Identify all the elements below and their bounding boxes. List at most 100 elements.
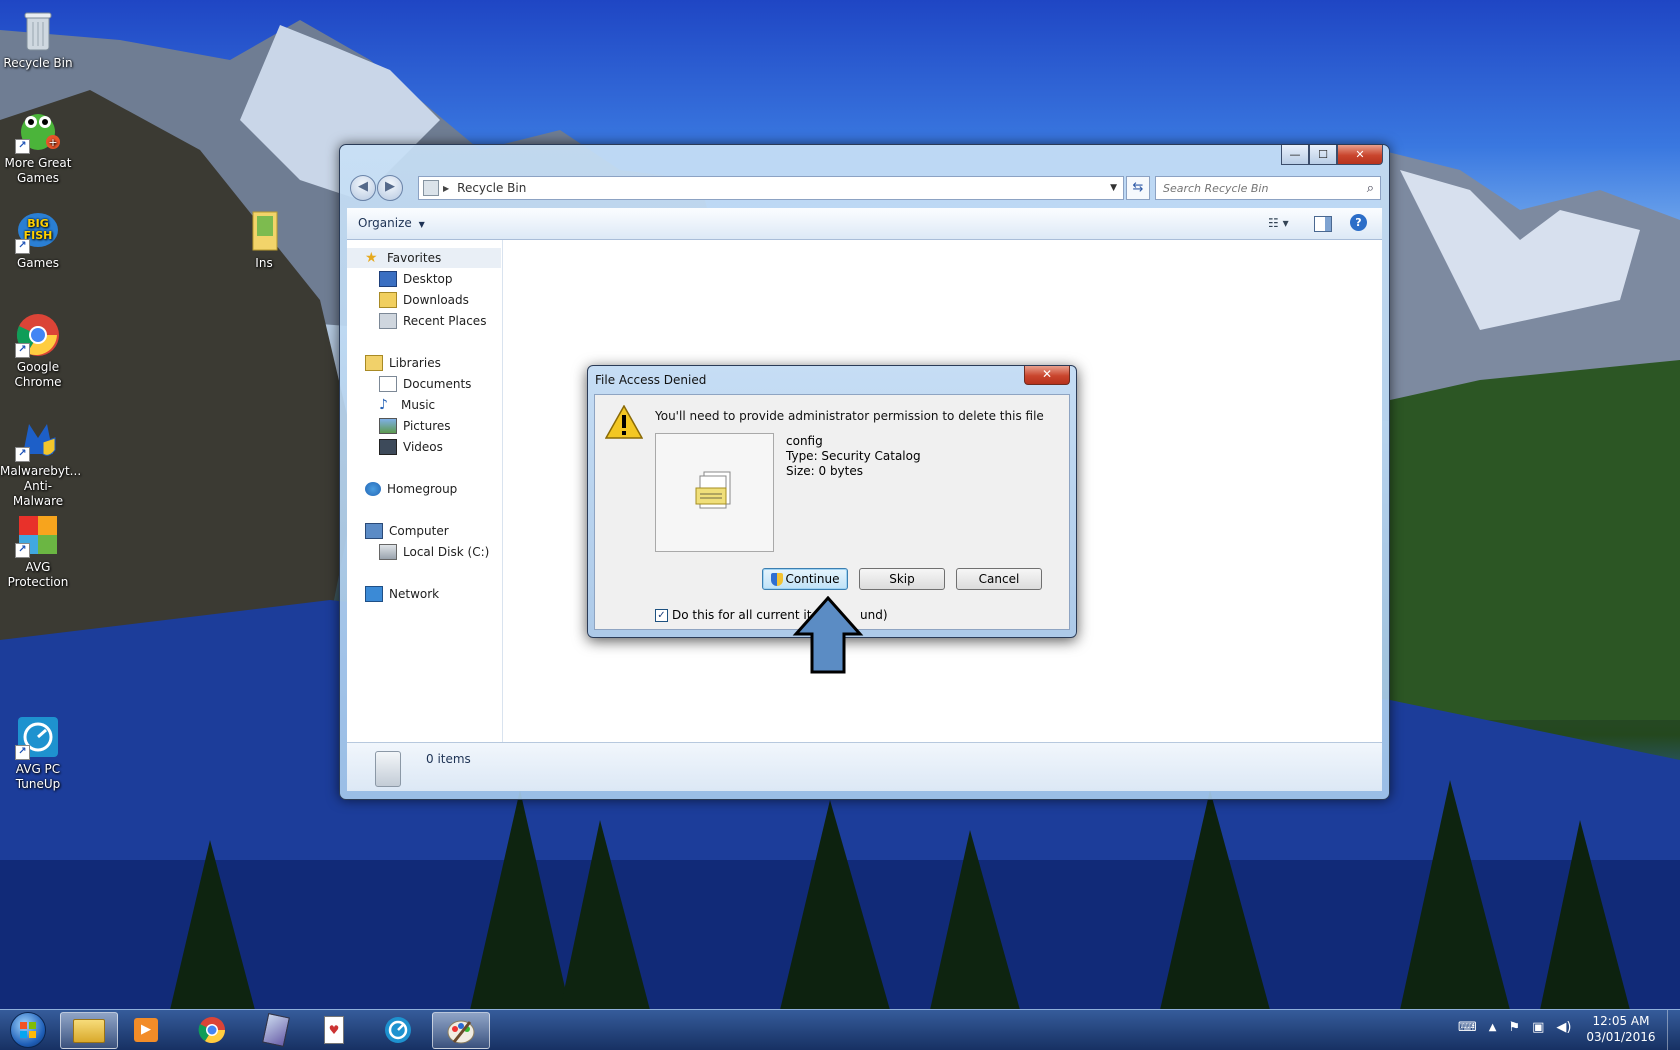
taskbar-chrome[interactable] (184, 1012, 240, 1047)
nav-label: Documents (403, 377, 472, 391)
clock-time: 12:05 AM (1592, 1014, 1650, 1028)
nav-network[interactable]: Network (365, 584, 439, 604)
nav-favorites[interactable]: ★ Favorites (347, 248, 501, 268)
organize-label: Organize (358, 216, 412, 230)
avg-tuneup-icon: ↗ (15, 714, 61, 760)
nav-downloads[interactable]: Downloads (379, 290, 469, 310)
cancel-button[interactable]: Cancel (956, 568, 1042, 590)
taskbar-media-player[interactable]: ▶ (118, 1012, 174, 1047)
volume-icon[interactable]: ◀) (1556, 1020, 1571, 1035)
start-button[interactable] (4, 1011, 52, 1048)
documents-icon (379, 376, 397, 392)
change-view-button[interactable]: ☷ ▾ (1268, 216, 1298, 232)
dialog-close-button[interactable]: ✕ (1024, 366, 1070, 385)
desktop-icon-recycle-bin[interactable]: Recycle Bin (0, 8, 76, 71)
continue-button[interactable]: Continue (762, 568, 848, 590)
nav-music[interactable]: ♪ Music (379, 395, 435, 415)
shortcut-arrow-icon: ↗ (15, 543, 30, 558)
pictures-icon (379, 418, 397, 434)
downloads-icon (379, 292, 397, 308)
avg-tuneup-icon (385, 1016, 411, 1043)
desktop-icon-malwarebytes[interactable]: ↗ Malwarebyt... Anti-Malware (0, 416, 82, 509)
organize-menu-button[interactable]: Organize ▼ (358, 216, 425, 230)
desktop-icon-label: AVG PC TuneUp (15, 762, 61, 791)
navigation-bar: ◀ ▶ ▶ Recycle Bin ▼ ⇆ ⌕ (348, 175, 1381, 201)
desktop-icon-more-great-games[interactable]: + ↗ More Great Games (0, 108, 76, 186)
network-icon[interactable]: ▣ (1532, 1020, 1544, 1035)
start-orb-icon (10, 1011, 46, 1048)
desktop-icon-ins-folder[interactable]: Ins (226, 208, 302, 271)
malwarebytes-icon: ↗ (15, 416, 61, 462)
file-size: Size: 0 bytes (786, 464, 863, 478)
item-count: 0 items (426, 752, 471, 766)
back-button[interactable]: ◀ (350, 175, 376, 201)
breadcrumb-chevron-icon[interactable]: ▶ (443, 184, 449, 193)
keyboard-icon[interactable]: ⌨ (1458, 1020, 1477, 1035)
chrome-icon: ↗ (15, 312, 61, 358)
taskbar-explorer[interactable] (60, 1012, 118, 1049)
apply-to-all-checkbox[interactable]: ✓ (655, 609, 668, 622)
help-button[interactable]: ? (1350, 214, 1367, 231)
taskbar: ▶ ♥ ⌨ ▲ ⚑ ▣ ◀) 12:05 AM 03/01/2016 (0, 1009, 1680, 1050)
refresh-button[interactable]: ⇆ (1126, 176, 1150, 200)
desktop-icon-games[interactable]: BIG FISH ↗ Games (0, 208, 76, 271)
desktop-icon-google-chrome[interactable]: ↗ Google Chrome (0, 312, 76, 390)
nav-label: Computer (389, 524, 449, 538)
nav-pictures[interactable]: Pictures (379, 416, 451, 436)
nav-local-disk[interactable]: Local Disk (C:) (379, 542, 489, 562)
nav-libraries[interactable]: Libraries (365, 353, 441, 373)
nav-videos[interactable]: Videos (379, 437, 443, 457)
shortcut-arrow-icon: ↗ (15, 139, 30, 154)
nav-label: Local Disk (C:) (403, 545, 490, 559)
desktop-icon-label: Malwarebyt... Anti-Malware (0, 464, 82, 508)
show-hidden-icons-icon[interactable]: ▲ (1489, 1022, 1497, 1033)
security-catalog-file-icon (694, 470, 734, 517)
address-dropdown-icon[interactable]: ▼ (1110, 183, 1117, 193)
homegroup-icon (365, 482, 381, 496)
window-caption-buttons: — ☐ ✕ (1281, 145, 1383, 165)
taskbar-solitaire[interactable]: ♥ (306, 1012, 362, 1047)
clock[interactable]: 12:05 AM 03/01/2016 (1586, 1013, 1656, 1045)
address-bar[interactable]: ▶ Recycle Bin ▼ (418, 176, 1124, 200)
nav-documents[interactable]: Documents (379, 374, 471, 394)
show-desktop-button[interactable] (1667, 1010, 1680, 1050)
dialog-content: You'll need to provide administrator per… (594, 394, 1070, 630)
breadcrumb-recycle-bin[interactable]: Recycle Bin (457, 181, 526, 195)
music-icon: ♪ (379, 397, 388, 413)
file-type: Type: Security Catalog (786, 449, 921, 463)
computer-icon (365, 523, 383, 539)
nav-homegroup[interactable]: Homegroup (365, 479, 457, 499)
taskbar-game-app[interactable] (248, 1012, 304, 1047)
desktop-icon-label: AVG Protection (7, 560, 69, 589)
search-box[interactable]: ⌕ (1155, 176, 1381, 200)
recycle-bin-icon (423, 180, 439, 196)
action-center-flag-icon[interactable]: ⚑ (1508, 1020, 1520, 1035)
games-frog-icon: + ↗ (15, 108, 61, 154)
taskbar-paint[interactable] (432, 1012, 490, 1049)
preview-pane-button[interactable] (1314, 216, 1332, 232)
continue-label: Continue (785, 572, 840, 586)
maximize-button[interactable]: ☐ (1309, 145, 1337, 165)
search-input[interactable] (1156, 180, 1367, 196)
forward-button[interactable]: ▶ (377, 175, 403, 201)
taskbar-avg-tuneup[interactable] (370, 1012, 426, 1047)
skip-button[interactable]: Skip (859, 568, 945, 590)
paint-icon (447, 1020, 475, 1043)
desktop-icon (379, 271, 397, 287)
minimize-button[interactable]: — (1281, 145, 1309, 165)
chevron-down-icon: ▼ (418, 220, 425, 229)
big-fish-games-icon: BIG FISH ↗ (15, 208, 61, 254)
close-button[interactable]: ✕ (1337, 145, 1383, 165)
nav-computer[interactable]: Computer (365, 521, 449, 541)
desktop-icon-label: Games (17, 256, 59, 270)
details-pane: 0 items (347, 742, 1382, 791)
file-explorer-icon (73, 1018, 105, 1043)
desktop-icon-avg-pc-tuneup[interactable]: ↗ AVG PC TuneUp (0, 714, 76, 792)
nav-label: Desktop (403, 272, 453, 286)
search-icon[interactable]: ⌕ (1367, 181, 1374, 196)
desktop-icon-avg-protection[interactable]: ↗ AVG Protection (0, 512, 76, 590)
pointer-arrow-annotation (792, 596, 864, 674)
recycle-bin-icon (15, 8, 61, 54)
nav-desktop[interactable]: Desktop (379, 269, 453, 289)
nav-recent-places[interactable]: Recent Places (379, 311, 486, 331)
